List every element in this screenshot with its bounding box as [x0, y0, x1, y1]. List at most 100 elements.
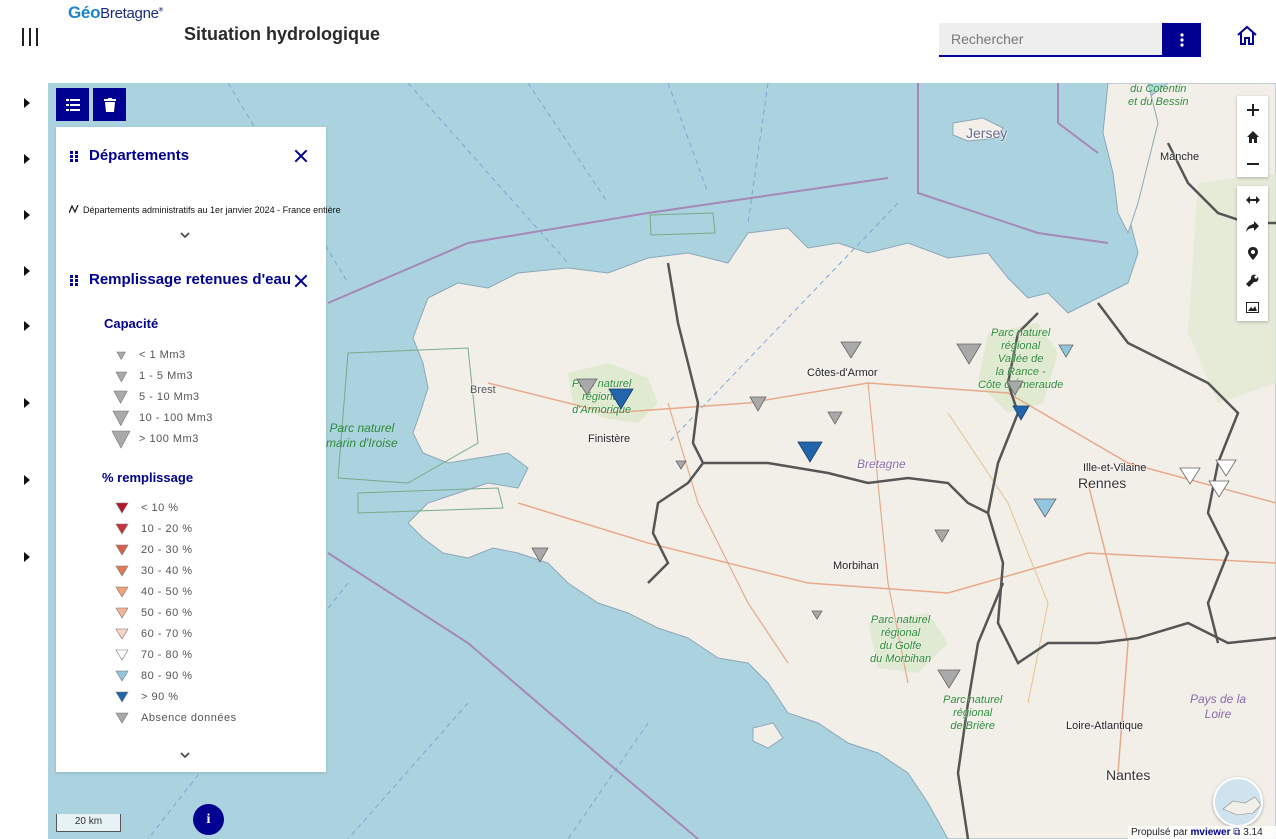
- expand-arrow-icon[interactable]: [24, 321, 30, 331]
- legend-label: > 100 Mm3: [139, 433, 199, 445]
- place-label: Bretagne: [857, 457, 906, 471]
- legend-label: 70 - 80 %: [141, 649, 193, 661]
- drag-handle-icon[interactable]: [70, 151, 78, 162]
- info-button[interactable]: i: [193, 804, 224, 835]
- legend-label: 20 - 30 %: [141, 544, 193, 556]
- park-label: du Cotentin et du Bessin: [1128, 83, 1189, 108]
- home-extent-button[interactable]: [1237, 123, 1268, 150]
- reservoir-marker[interactable]: [840, 341, 862, 359]
- expand-arrow-icon[interactable]: [24, 154, 30, 164]
- tools-button[interactable]: [1237, 267, 1268, 294]
- app-header: GéoBretagne® Situation hydrologique: [0, 0, 1276, 83]
- expand-arrow-icon[interactable]: [24, 210, 30, 220]
- geolocate-button[interactable]: [1237, 240, 1268, 267]
- drag-handle-icon[interactable]: [70, 275, 78, 286]
- share-button[interactable]: [1237, 213, 1268, 240]
- overview-map-button[interactable]: [1213, 777, 1263, 827]
- expand-arrow-icon[interactable]: [24, 552, 30, 562]
- legend-label: 10 - 20 %: [141, 523, 193, 535]
- legend-label: < 10 %: [141, 502, 179, 514]
- expand-arrow-icon[interactable]: [24, 98, 30, 108]
- reservoir-marker[interactable]: [675, 460, 687, 470]
- legend-label: 40 - 50 %: [141, 586, 193, 598]
- triangle-icon: [115, 371, 127, 383]
- legend-panel: Départements Départements administratifs…: [56, 127, 341, 772]
- reservoir-marker[interactable]: [749, 396, 767, 412]
- expand-arrow-icon[interactable]: [24, 475, 30, 485]
- reservoir-marker[interactable]: [934, 529, 950, 543]
- triangle-icon: [115, 712, 129, 724]
- reservoir-marker[interactable]: [811, 610, 823, 620]
- mviewer-link[interactable]: mviewer: [1190, 827, 1230, 838]
- place-label: Manche: [1160, 151, 1200, 163]
- legend-label: 60 - 70 %: [141, 628, 193, 640]
- legend-label: > 90 %: [141, 691, 179, 703]
- reservoir-marker[interactable]: [1033, 498, 1057, 518]
- logo-bretagne: Bretagne: [100, 5, 159, 22]
- export-image-button[interactable]: [1237, 294, 1268, 321]
- legend-label: 50 - 60 %: [141, 607, 193, 619]
- chevron-down-icon[interactable]: [180, 750, 190, 760]
- place-label: Jersey: [966, 125, 1008, 141]
- reservoir-marker[interactable]: [576, 378, 598, 396]
- departements-title: Départements: [89, 147, 190, 164]
- home-button[interactable]: [1233, 22, 1261, 50]
- region-label: Pays de la Loire: [1190, 692, 1247, 721]
- close-icon[interactable]: [294, 274, 308, 288]
- menu-icon[interactable]: [18, 26, 46, 50]
- tool-controls: [1237, 186, 1268, 321]
- legend-label: < 1 Mm3: [139, 349, 186, 361]
- legend-label: 80 - 90 %: [141, 670, 193, 682]
- zoom-controls: [1237, 96, 1268, 177]
- attribution-prefix: Propulsé par: [1131, 827, 1188, 838]
- geobretagne-logo[interactable]: GéoBretagne®: [68, 3, 163, 23]
- triangle-icon: [113, 391, 129, 405]
- attribution: Propulsé par mviewer ⧉ 3.14: [1128, 826, 1276, 839]
- place-label: Finistère: [588, 433, 631, 445]
- reservoir-marker[interactable]: [1058, 344, 1074, 358]
- zoom-out-button[interactable]: [1237, 150, 1268, 177]
- page-title: Situation hydrologique: [184, 24, 380, 44]
- reservoir-marker[interactable]: [531, 547, 549, 563]
- reservoir-marker[interactable]: [1215, 459, 1237, 477]
- legend-list-button[interactable]: [56, 88, 89, 121]
- expand-arrow-icon[interactable]: [24, 398, 30, 408]
- measure-icon: [1245, 195, 1260, 204]
- search-input[interactable]: [939, 23, 1162, 57]
- close-icon[interactable]: [294, 149, 308, 163]
- reservoir-marker[interactable]: [956, 343, 982, 365]
- reservoir-marker[interactable]: [1012, 405, 1030, 421]
- reservoir-marker[interactable]: [608, 388, 634, 410]
- list-icon: [65, 98, 80, 111]
- reservoir-marker[interactable]: [1208, 480, 1230, 498]
- wrench-icon: [1246, 274, 1259, 287]
- capacite-title: Capacité: [104, 316, 159, 331]
- logo-reg: ®: [158, 7, 163, 14]
- reservoir-marker[interactable]: [827, 411, 843, 425]
- place-label: Ille-et-Vilaine: [1083, 462, 1147, 474]
- triangle-icon: [115, 607, 129, 619]
- park-label: Parc naturel régional de Brière: [943, 694, 1003, 732]
- place-label: Brest: [470, 384, 496, 396]
- minus-icon: [1246, 162, 1259, 165]
- reservoir-marker[interactable]: [1179, 467, 1201, 485]
- chevron-down-icon[interactable]: [180, 230, 190, 240]
- place-label: Morbihan: [833, 560, 879, 572]
- version: 3.14: [1243, 827, 1263, 838]
- logo-geo: Géo: [68, 3, 101, 22]
- reservoir-marker[interactable]: [1006, 380, 1024, 396]
- zoom-in-button[interactable]: [1237, 96, 1268, 123]
- delete-layers-button[interactable]: [93, 88, 126, 121]
- home-icon: [1246, 130, 1259, 143]
- legend-label: 1 - 5 Mm3: [139, 370, 194, 382]
- reservoir-marker[interactable]: [937, 669, 961, 689]
- park-label: Parc naturel régional du Golfe du Morbih…: [870, 614, 932, 665]
- triangle-icon: [115, 502, 129, 514]
- measure-button[interactable]: [1237, 186, 1268, 213]
- expand-arrow-icon[interactable]: [24, 266, 30, 276]
- location-pin-icon: [1247, 247, 1258, 260]
- reservoir-marker[interactable]: [797, 441, 823, 463]
- kebab-icon: [1179, 33, 1184, 47]
- search-options-button[interactable]: [1162, 23, 1201, 57]
- plus-icon: [1246, 103, 1259, 116]
